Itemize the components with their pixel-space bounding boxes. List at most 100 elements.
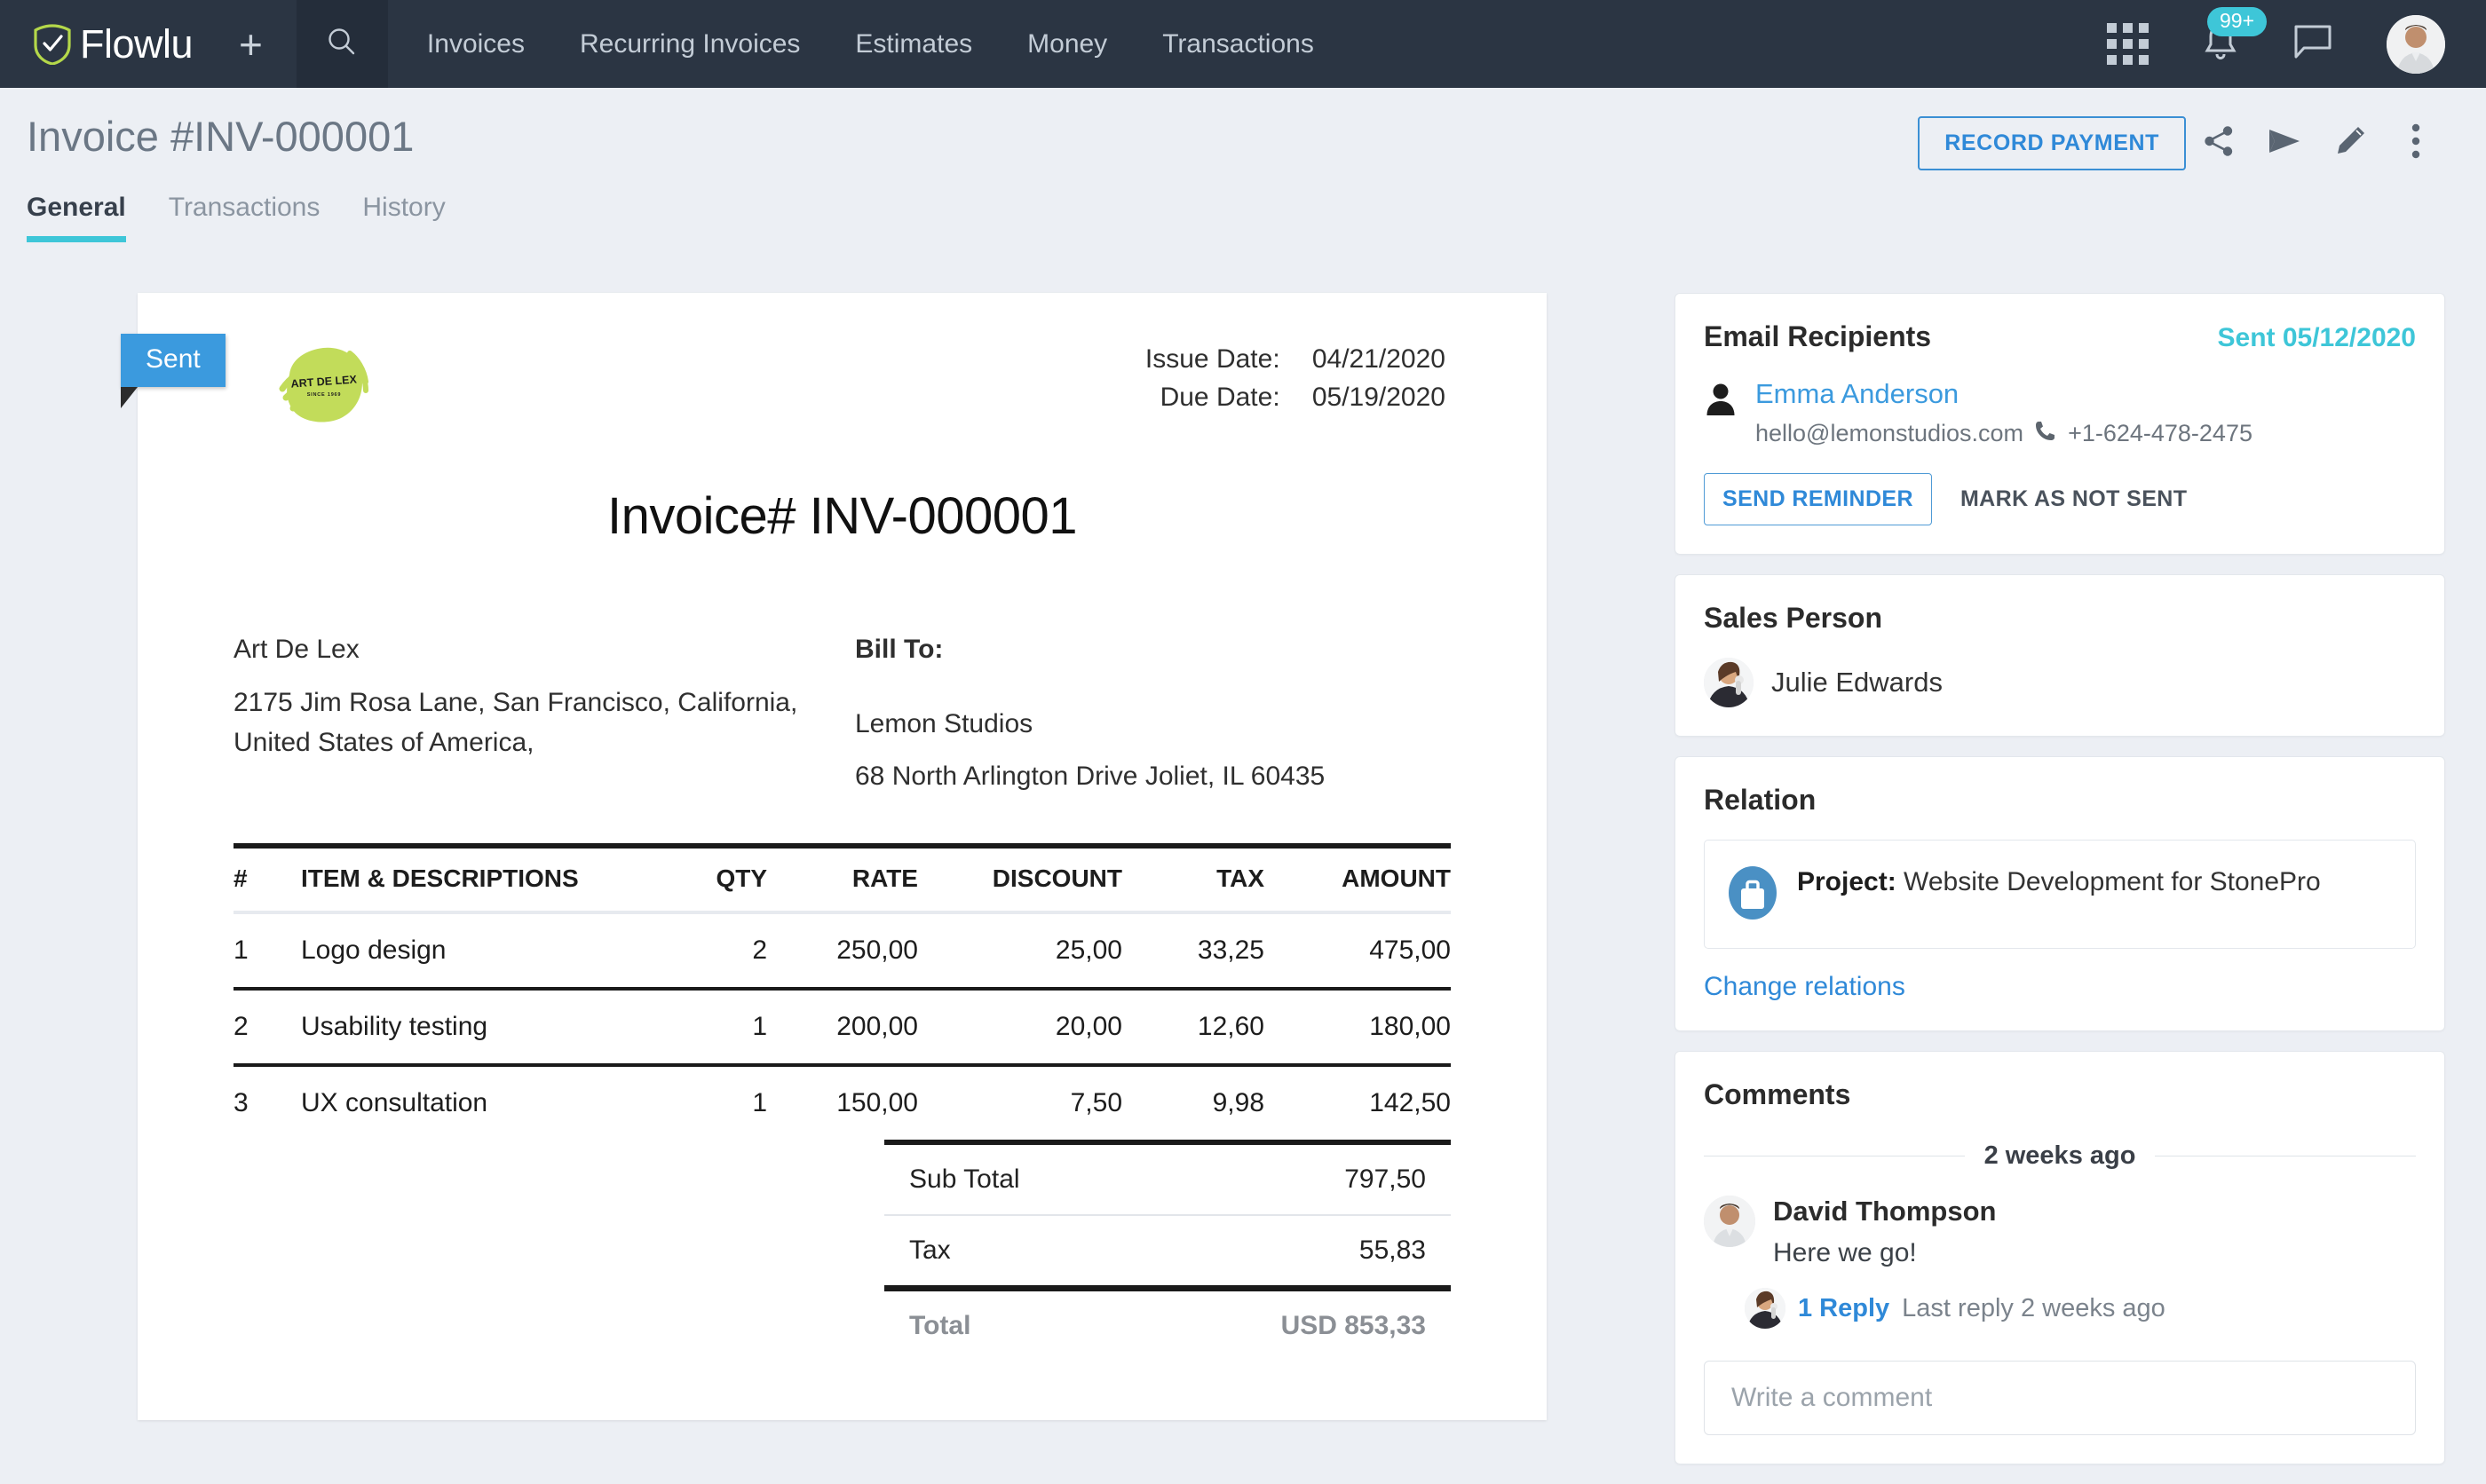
cell-tax: 9,98 — [1212, 1087, 1264, 1117]
recipient-email: hello@lemonstudios.com — [1755, 420, 2024, 446]
sales-person-row[interactable]: Julie Edwards — [1704, 658, 2416, 707]
search-icon — [324, 24, 360, 64]
tax-value: 55,83 — [1358, 1235, 1426, 1265]
recipient-row: Emma Anderson hello@lemonstudios.com +1-… — [1704, 378, 2416, 448]
notification-count-badge: 99+ — [2207, 6, 2268, 36]
from-company-name: Art De Lex — [234, 635, 360, 664]
cell-description: Usability testing — [301, 1011, 488, 1041]
nav-item-invoices[interactable]: Invoices — [427, 29, 525, 59]
share-button[interactable] — [2186, 114, 2252, 171]
col-header-tax: TAX — [1216, 864, 1264, 892]
invoice-dates: Issue Date: 04/21/2020 Due Date: 05/19/2… — [1145, 341, 1445, 416]
phone-icon — [2034, 419, 2057, 448]
notifications-button[interactable]: 99+ — [2202, 6, 2268, 67]
tab-transactions[interactable]: Transactions — [147, 193, 342, 242]
more-options-button[interactable] — [2383, 114, 2449, 171]
messages-button[interactable] — [2292, 23, 2333, 65]
project-name: Website Development for StonePro — [1904, 867, 2321, 896]
bell-icon — [2202, 23, 2239, 66]
recipient-contact: hello@lemonstudios.com +1-624-478-2475 — [1755, 419, 2252, 448]
tab-history[interactable]: History — [341, 193, 466, 242]
cell-discount: 25,00 — [1055, 935, 1122, 965]
send-email-button[interactable] — [2252, 114, 2317, 171]
comment-body: David Thompson Here we go! — [1773, 1196, 1996, 1268]
relation-project-text: Project: Website Development for StonePr… — [1797, 864, 2321, 902]
total-label: Total — [909, 1310, 971, 1340]
search-button[interactable] — [296, 0, 388, 88]
table-body: 1 Logo design 2 250,00 25,00 33,25 475,0… — [234, 912, 1451, 1140]
subtotal-row: Sub Total 797,50 — [884, 1145, 1451, 1214]
brand-logo[interactable]: Flowlu — [32, 0, 194, 88]
write-comment-input[interactable] — [1704, 1361, 2416, 1435]
comment-author-name: David Thompson — [1773, 1196, 1997, 1227]
nav-item-estimates[interactable]: Estimates — [855, 29, 972, 59]
sales-person-title: Sales Person — [1704, 602, 1882, 634]
tab-general[interactable]: General — [27, 193, 147, 242]
project-briefcase-icon — [1728, 865, 1777, 925]
bill-to-address: Bill To: Lemon Studios 68 North Arlingto… — [855, 629, 1325, 797]
apps-grid-icon[interactable] — [2107, 23, 2149, 65]
comment-text: Here we go! — [1773, 1238, 1917, 1267]
col-header-qty: QTY — [716, 864, 767, 892]
cell-amount: 142,50 — [1369, 1087, 1451, 1117]
from-address-line2: United States of America, — [234, 728, 534, 758]
email-recipients-card: Email Recipients Sent 05/12/2020 Emma An… — [1674, 293, 2445, 555]
recipient-name-link[interactable]: Emma Anderson — [1755, 378, 2252, 410]
company-logo-icon: ART DE LEX SINCE 1969 — [272, 343, 376, 424]
edit-button[interactable] — [2317, 114, 2383, 171]
due-date-label: Due Date: — [1160, 382, 1280, 412]
email-recipients-header: Email Recipients Sent 05/12/2020 — [1704, 320, 2416, 353]
header-actions: RECORD PAYMENT — [1918, 114, 2449, 171]
col-header-rate: RATE — [851, 864, 918, 892]
issue-date-value: 04/21/2020 — [1311, 344, 1445, 374]
bill-to-company-name: Lemon Studios — [855, 708, 1033, 738]
cell-qty: 2 — [752, 935, 767, 965]
comment-item: David Thompson Here we go! — [1704, 1196, 2416, 1268]
chat-bubble-icon — [2292, 25, 2333, 64]
project-label: Project: — [1797, 867, 1896, 896]
sent-status-label: Sent 05/12/2020 — [2217, 323, 2417, 352]
invoice-line-items-table: # ITEM & DESCRIPTIONS QTY RATE DISCOUNT … — [234, 843, 1451, 1140]
top-navigation-bar: Flowlu + Invoices Recurring Invoices Est… — [0, 0, 2486, 88]
sales-person-avatar — [1704, 658, 1754, 707]
tax-row: Tax 55,83 — [884, 1213, 1451, 1285]
cell-amount: 180,00 — [1369, 1011, 1451, 1041]
email-action-buttons: SEND REMINDER MARK AS NOT SENT — [1704, 473, 2416, 525]
comments-date-label: 2 weeks ago — [1983, 1141, 2136, 1170]
cell-number: 3 — [234, 1087, 249, 1117]
invoice-document-body: ART DE LEX SINCE 1969 Issue Date: 04/21/… — [138, 293, 1547, 1420]
right-sidebar: Email Recipients Sent 05/12/2020 Emma An… — [1674, 293, 2445, 1484]
change-relations-link[interactable]: Change relations — [1704, 972, 1905, 1002]
relation-project-item[interactable]: Project: Website Development for StonePr… — [1704, 840, 2416, 949]
record-payment-button[interactable]: RECORD PAYMENT — [1918, 115, 2186, 170]
page-header: Invoice #INV-000001 RECORD PAYMENT Gener… — [0, 88, 2486, 263]
col-header-discount: DISCOUNT — [992, 864, 1122, 892]
person-icon — [1704, 378, 1743, 448]
main-nav-links: Invoices Recurring Invoices Estimates Mo… — [427, 29, 1314, 59]
nav-item-transactions[interactable]: Transactions — [1162, 29, 1314, 59]
user-avatar[interactable] — [2387, 14, 2445, 74]
edit-pencil-icon — [2333, 124, 2367, 162]
invoice-document-card: Sent ART DE LEX SINCE 1969 Issue Date: 0… — [121, 293, 1547, 1420]
comments-card: Comments 2 weeks ago David Thompson Here… — [1674, 1051, 2445, 1464]
table-row: 2 Usability testing 1 200,00 20,00 12,60… — [234, 988, 1451, 1065]
from-address-line1: 2175 Jim Rosa Lane, San Francisco, Calif… — [234, 687, 798, 717]
add-new-button[interactable]: + — [239, 24, 263, 65]
total-value: USD 853,33 — [1280, 1310, 1426, 1340]
subtotal-value: 797,50 — [1344, 1164, 1426, 1194]
send-reminder-button[interactable]: SEND REMINDER — [1704, 473, 1932, 525]
comments-date-divider: 2 weeks ago — [1704, 1141, 2416, 1171]
invoice-heading: Invoice# INV-000001 — [607, 487, 1077, 545]
reply-count-link[interactable]: 1 Reply — [1798, 1294, 1889, 1323]
svg-text:SINCE 1969: SINCE 1969 — [307, 392, 342, 398]
nav-item-money[interactable]: Money — [1027, 29, 1107, 59]
comment-reply-row[interactable]: 1 Reply Last reply 2 weeks ago — [1745, 1288, 2416, 1329]
col-header-description: ITEM & DESCRIPTIONS — [301, 864, 579, 892]
col-header-number: # — [234, 864, 248, 892]
cell-discount: 7,50 — [1070, 1087, 1122, 1117]
cell-tax: 33,25 — [1197, 935, 1264, 965]
invoice-totals: Sub Total 797,50 Tax 55,83 Total USD 853… — [884, 1139, 1451, 1361]
reply-author-avatar — [1745, 1288, 1785, 1329]
nav-item-recurring-invoices[interactable]: Recurring Invoices — [580, 29, 800, 59]
mark-as-not-sent-button[interactable]: MARK AS NOT SENT — [1944, 474, 2203, 525]
